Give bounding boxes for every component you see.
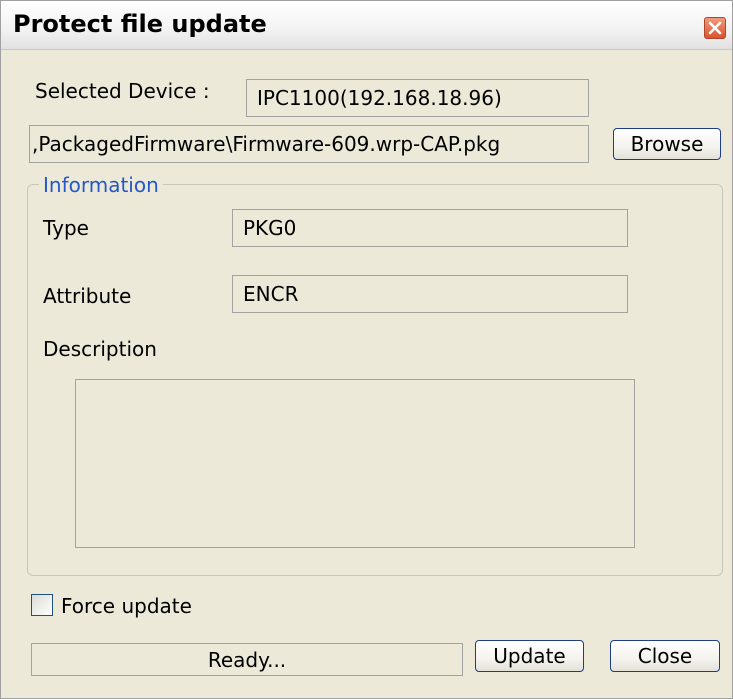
- force-update-checkbox[interactable]: [31, 594, 53, 616]
- selected-device-field: IPC1100(192.168.18.96): [246, 79, 589, 117]
- window-title: Protect file update: [13, 10, 267, 38]
- close-icon: [708, 21, 722, 35]
- close-button[interactable]: Close: [610, 640, 720, 672]
- information-legend: Information: [39, 173, 163, 197]
- type-label: Type: [43, 216, 89, 240]
- force-update-label[interactable]: Force update: [61, 594, 192, 618]
- file-path-field[interactable]: ,PackagedFirmware\Firmware-609.wrp-CAP.p…: [29, 125, 589, 163]
- title-bar[interactable]: Protect file update: [1, 1, 732, 50]
- attribute-field: ENCR: [232, 275, 628, 313]
- status-bar: Ready...: [31, 643, 463, 676]
- description-textbox[interactable]: [75, 379, 635, 548]
- attribute-label: Attribute: [43, 284, 132, 308]
- browse-button[interactable]: Browse: [613, 128, 721, 160]
- type-field: PKG0: [232, 209, 628, 247]
- description-label: Description: [43, 337, 157, 361]
- selected-device-label: Selected Device :: [35, 79, 210, 103]
- protect-file-update-dialog: Protect file update Selected Device : IP…: [0, 0, 733, 699]
- close-window-button[interactable]: [704, 17, 726, 39]
- update-button[interactable]: Update: [475, 640, 584, 672]
